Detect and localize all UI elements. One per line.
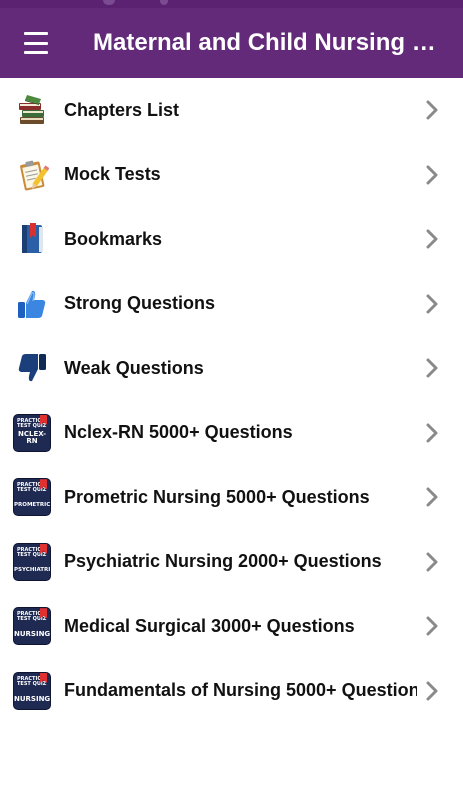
clipboard-pencil-icon	[12, 155, 52, 195]
status-bar	[0, 0, 463, 8]
chevron-right-icon	[417, 95, 447, 125]
psychiatric-quiz-icon: PRACTICE TEST QUIZ PSYCHIATRIC	[12, 542, 52, 582]
menu-item-label: Prometric Nursing 5000+ Questions	[64, 486, 370, 507]
menu-item-strong-questions[interactable]: Strong Questions	[0, 272, 463, 337]
menu-item-label: Bookmarks	[64, 228, 163, 249]
app-title: Maternal and Child Nursing Q…	[93, 29, 449, 56]
menu-item-weak-questions[interactable]: Weak Questions	[0, 336, 463, 401]
chevron-right-icon	[417, 160, 447, 190]
menu-list: Chapters List Mock Tests Bookmarks Stron…	[0, 78, 463, 723]
menu-item-label: Strong Questions	[64, 293, 216, 314]
menu-item-prometric-nursing[interactable]: PRACTICE TEST QUIZ PROMETRIC Prometric N…	[0, 465, 463, 530]
chevron-right-icon	[417, 676, 447, 706]
menu-item-label: Medical Surgical 3000+ Questions	[64, 615, 355, 636]
app-bar: Maternal and Child Nursing Q…	[0, 8, 463, 78]
status-dot	[160, 0, 168, 5]
chevron-right-icon	[417, 611, 447, 641]
medical-surgical-quiz-icon: PRACTICE TEST QUIZ NURSING	[12, 606, 52, 646]
nclex-quiz-icon: PRACTICE TEST QUIZ NCLEX-RN	[12, 413, 52, 453]
chevron-right-icon	[417, 224, 447, 254]
hamburger-menu-icon[interactable]	[24, 32, 54, 54]
thumbs-up-icon	[12, 284, 52, 324]
chevron-right-icon	[417, 482, 447, 512]
menu-item-label: Mock Tests	[64, 164, 161, 185]
menu-item-chapters-list[interactable]: Chapters List	[0, 78, 463, 143]
thumbs-down-icon	[12, 348, 52, 388]
chevron-right-icon	[417, 547, 447, 577]
chevron-right-icon	[417, 418, 447, 448]
menu-item-label: Nclex-RN 5000+ Questions	[64, 422, 293, 443]
prometric-quiz-icon: PRACTICE TEST QUIZ PROMETRIC	[12, 477, 52, 517]
chevron-right-icon	[417, 353, 447, 383]
menu-item-bookmarks[interactable]: Bookmarks	[0, 207, 463, 272]
bookmark-book-icon	[12, 219, 52, 259]
menu-item-label: Fundamentals of Nursing 5000+ Questions	[64, 680, 417, 701]
fundamentals-quiz-icon: PRACTICE TEST QUIZ NURSING	[12, 671, 52, 711]
chevron-right-icon	[417, 289, 447, 319]
books-stack-icon	[12, 90, 52, 130]
status-dot	[103, 0, 115, 5]
menu-item-label: Weak Questions	[64, 357, 204, 378]
menu-item-nclex-rn[interactable]: PRACTICE TEST QUIZ NCLEX-RN Nclex-RN 500…	[0, 401, 463, 466]
menu-item-medical-surgical[interactable]: PRACTICE TEST QUIZ NURSING Medical Surgi…	[0, 594, 463, 659]
menu-item-label: Chapters List	[64, 99, 180, 120]
menu-item-label: Psychiatric Nursing 2000+ Questions	[64, 551, 382, 572]
menu-item-psychiatric-nursing[interactable]: PRACTICE TEST QUIZ PSYCHIATRIC Psychiatr…	[0, 530, 463, 595]
menu-item-mock-tests[interactable]: Mock Tests	[0, 143, 463, 208]
menu-item-fundamentals-of-nursing[interactable]: PRACTICE TEST QUIZ NURSING Fundamentals …	[0, 659, 463, 724]
